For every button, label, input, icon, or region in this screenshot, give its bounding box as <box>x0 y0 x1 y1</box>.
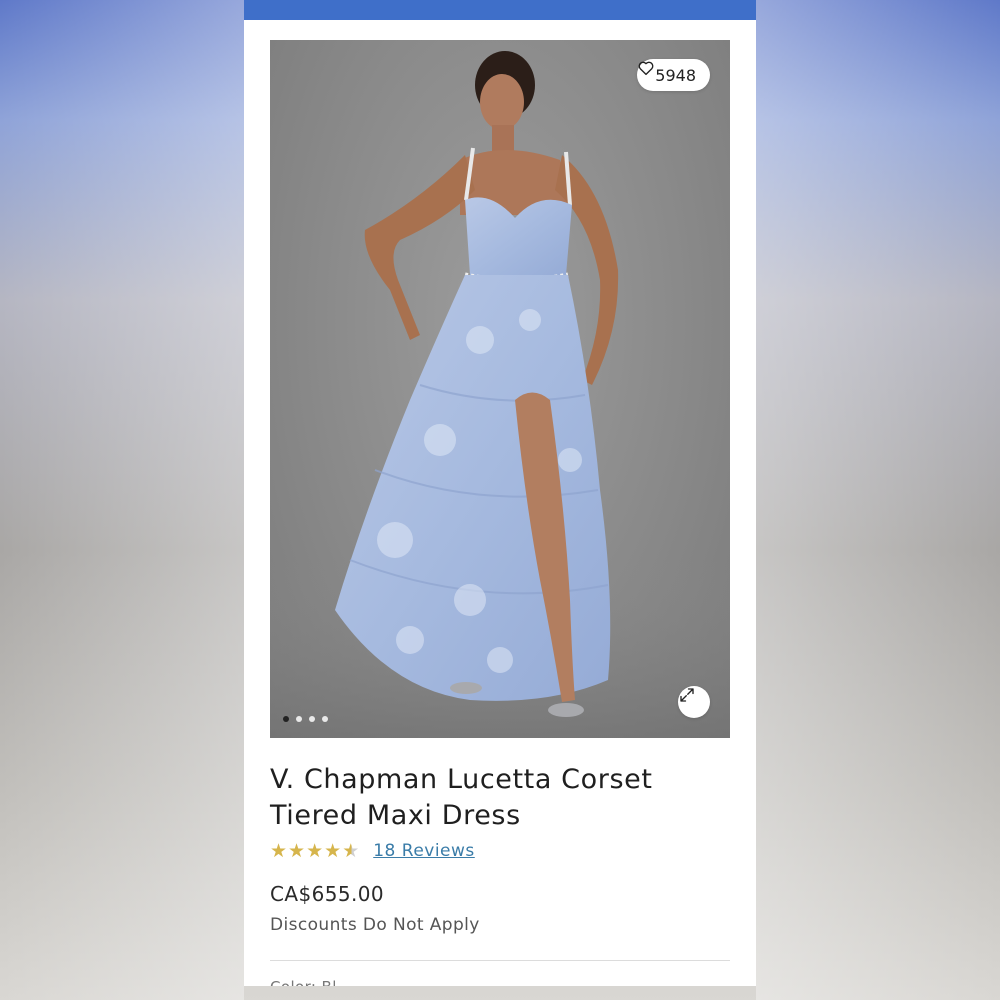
product-page: 5948 V. Chapman Lucetta Corset Tiered Ma… <box>244 0 756 986</box>
product-image[interactable]: 5948 <box>270 40 730 738</box>
heart-icon <box>638 61 654 76</box>
reviews-link[interactable]: 18 Reviews <box>373 841 475 861</box>
dress-model-illustration <box>270 51 730 738</box>
star-icon: ★ <box>306 840 324 862</box>
expand-image-button[interactable] <box>678 686 710 718</box>
gallery-pagination <box>283 716 328 722</box>
likes-count: 5948 <box>655 65 696 85</box>
color-label: Color: Bl <box>270 978 337 986</box>
gallery-dot[interactable] <box>322 716 328 722</box>
discount-note: Discounts Do Not Apply <box>270 915 480 935</box>
top-bar <box>244 0 756 20</box>
product-title: V. Chapman Lucetta Corset Tiered Maxi Dr… <box>270 764 653 831</box>
star-rating: ★ ★ ★ ★ ★ <box>270 840 359 862</box>
background-blur-left <box>0 0 244 1000</box>
product-price: CA$655.00 <box>270 882 384 906</box>
expand-icon <box>680 688 694 702</box>
star-icon: ★ <box>270 840 288 862</box>
half-star-icon: ★ <box>342 840 360 862</box>
gallery-dot[interactable] <box>283 716 289 722</box>
like-button[interactable]: 5948 <box>637 59 710 91</box>
background-blur-right <box>756 0 1000 1000</box>
rating-row: ★ ★ ★ ★ ★ 18 Reviews <box>270 840 475 862</box>
gallery-dot[interactable] <box>309 716 315 722</box>
divider <box>270 960 730 961</box>
gallery-dot[interactable] <box>296 716 302 722</box>
star-icon: ★ <box>288 840 306 862</box>
star-icon: ★ <box>324 840 342 862</box>
